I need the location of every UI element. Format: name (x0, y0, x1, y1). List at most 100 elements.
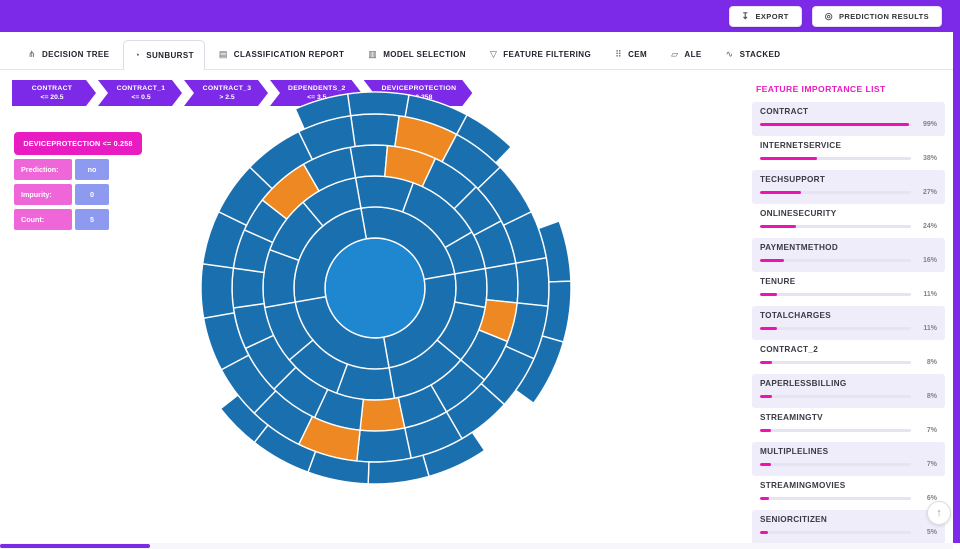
tab-ale[interactable]: ▱ ALE (661, 40, 712, 69)
feature-percent: 11% (923, 325, 937, 332)
horizontal-scrollbar-thumb[interactable] (0, 544, 150, 548)
feature-name: MULTIPLELINES (760, 447, 829, 456)
sunburst-chart[interactable] (173, 84, 577, 492)
node-info-value: 5 (75, 209, 109, 230)
feature-bar-track (760, 361, 911, 364)
feature-bar-track (760, 259, 911, 262)
feature-bar-line: 11% (760, 291, 937, 298)
feature-importance-row[interactable]: TECHSUPPORT 27% (752, 170, 945, 204)
feature-name: SENIORCITIZEN (760, 515, 828, 524)
sunburst-segment[interactable] (515, 256, 550, 307)
feature-bar-track (760, 293, 911, 296)
feature-importance-row[interactable]: TOTALCHARGES 11% (752, 306, 945, 340)
feature-bar-line: 8% (760, 393, 937, 400)
target-icon: ◎ (824, 10, 834, 21)
feature-name: TOTALCHARGES (760, 311, 832, 320)
prediction-results-label: PREDICTION RESULTS (839, 11, 929, 21)
chip-condition: <= 0.5 (131, 94, 151, 101)
feature-bar-fill (760, 259, 785, 262)
feature-bar-fill (760, 531, 768, 534)
node-info-title: DEVICEPROTECTION <= 0.258 (14, 132, 142, 155)
feature-name: CONTRACT_2 (760, 345, 819, 354)
feature-bar-fill (760, 395, 773, 398)
feature-percent: 7% (926, 427, 937, 434)
feature-name: TECHSUPPORT (760, 175, 826, 184)
export-button[interactable]: ↧ EXPORT (728, 5, 802, 27)
breadcrumb-chip-contract[interactable]: CONTRACT <= 20.5 (12, 80, 96, 106)
ale-icon: ▱ (671, 49, 679, 59)
feature-importance-row[interactable]: PAPERLESSBILLING 8% (752, 374, 945, 408)
feature-percent: 24% (922, 223, 937, 230)
tab-decision-tree[interactable]: ⋔ DECISION TREE (18, 40, 119, 69)
feature-filtering-icon: ▽ (489, 49, 498, 59)
scroll-to-top-button[interactable]: ↑ (927, 501, 951, 525)
feature-bar-fill (760, 157, 818, 160)
tab-label: MODEL SELECTION (383, 50, 466, 59)
feature-bar-line: 24% (760, 223, 937, 230)
sunburst-segment[interactable] (346, 91, 410, 118)
node-info-value: no (75, 159, 109, 180)
feature-importance-row[interactable]: CONTRACT_2 8% (752, 340, 945, 374)
tab-sunburst[interactable]: ◔ SUNBURST (123, 40, 205, 70)
feature-percent: 11% (923, 291, 937, 298)
feature-bar-track (760, 531, 911, 534)
sunburst-segment[interactable] (349, 113, 401, 148)
prediction-results-button[interactable]: ◎ PREDICTION RESULTS (811, 5, 942, 27)
feature-percent: 99% (922, 121, 937, 128)
feature-importance-row[interactable]: SENIORCITIZEN 5% (752, 510, 945, 544)
tab-label: ALE (684, 50, 702, 59)
feature-bar-fill (760, 123, 910, 126)
tab-cem[interactable]: ⠿ CEM (605, 40, 657, 69)
feature-bar-line: 7% (760, 427, 937, 434)
horizontal-scrollbar[interactable] (0, 543, 953, 549)
arrow-up-icon: ↑ (936, 507, 942, 519)
feature-importance-row[interactable]: STREAMINGTV 7% (752, 408, 945, 442)
feature-percent: 16% (922, 257, 937, 264)
feature-importance-row[interactable]: STREAMINGMOVIES 6% (752, 476, 945, 510)
tab-stacked[interactable]: ∿ STACKED (716, 40, 791, 69)
feature-name: INTERNETSERVICE (760, 141, 842, 150)
sunburst-segment[interactable] (484, 262, 519, 304)
vertical-scrollbar[interactable] (953, 0, 960, 543)
feature-bar-track (760, 225, 911, 228)
feature-importance-panel: FEATURE IMPORTANCE LIST CONTRACT 99% INTER… (752, 78, 945, 544)
feature-importance-row[interactable]: PAYMENTMETHOD 16% (752, 238, 945, 272)
feature-percent: 7% (926, 461, 937, 468)
breadcrumb-chip-contract_1[interactable]: CONTRACT_1 <= 0.5 (98, 80, 182, 106)
sunburst-segment[interactable] (356, 427, 413, 463)
sunburst-segment[interactable] (349, 144, 389, 179)
feature-importance-row[interactable]: MULTIPLELINES 7% (752, 442, 945, 476)
feature-bar-fill (760, 429, 771, 432)
node-info-label: Prediction: (14, 159, 72, 180)
feature-bar-track (760, 123, 911, 126)
feature-importance-row[interactable]: ONLINESECURITY 24% (752, 204, 945, 238)
feature-bar-track (760, 429, 911, 432)
tab-label: STACKED (739, 50, 781, 59)
feature-bar-track (760, 191, 911, 194)
feature-importance-row[interactable]: INTERNETSERVICE 38% (752, 136, 945, 170)
feature-bar-fill (760, 327, 777, 330)
tab-model-selection[interactable]: ▥ MODEL SELECTION (358, 40, 476, 69)
feature-bar-track (760, 157, 911, 160)
sunburst-segment[interactable] (453, 267, 488, 309)
feature-percent: 27% (922, 189, 937, 196)
tab-feature-filtering[interactable]: ▽ FEATURE FILTERING (480, 40, 601, 69)
chip-condition: <= 20.5 (40, 94, 64, 101)
feature-name: PAYMENTMETHOD (760, 243, 839, 252)
tab-label: FEATURE FILTERING (503, 50, 592, 59)
tab-classification-report[interactable]: ▤ CLASSIFICATION REPORT (209, 40, 354, 69)
tab-bar: ⋔ DECISION TREE ◔ SUNBURST ▤ CLASSIFICATION R… (0, 32, 960, 70)
sunburst-svg (200, 91, 572, 485)
sunburst-segment[interactable] (200, 262, 235, 320)
node-info-card: DEVICEPROTECTION <= 0.258 Prediction: no I… (14, 132, 142, 230)
chip-feature-name: CONTRACT (31, 85, 73, 92)
export-button-label: EXPORT (755, 11, 789, 21)
feature-importance-row[interactable]: CONTRACT 99% (752, 102, 945, 136)
feature-name: ONLINESECURITY (760, 209, 837, 218)
feature-bar-line: 27% (760, 189, 937, 196)
feature-bar-line: 38% (760, 155, 937, 162)
feature-percent: 38% (922, 155, 937, 162)
feature-importance-row[interactable]: TENURE 11% (752, 272, 945, 306)
sunburst-segment[interactable] (359, 396, 406, 432)
sunburst-segment[interactable] (231, 267, 265, 309)
